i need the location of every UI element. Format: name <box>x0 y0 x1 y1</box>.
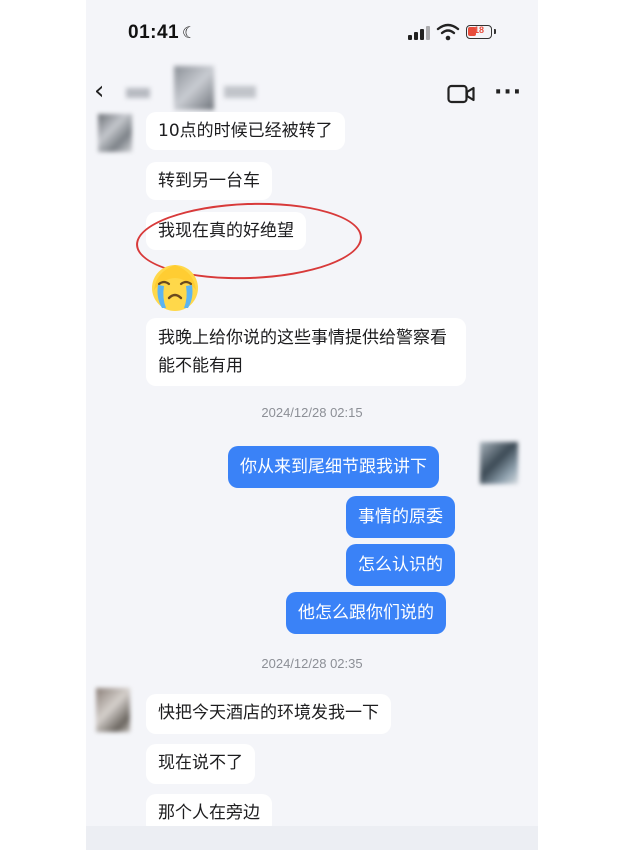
battery-icon: 18 <box>466 25 496 39</box>
moon-icon: ☾ <box>182 23 197 42</box>
video-call-icon[interactable] <box>447 84 475 104</box>
battery-level: 18 <box>473 25 484 35</box>
wifi-icon <box>436 23 460 41</box>
chat-screen: 01:41 ☾ 18 ‹ ··· 10点的时候已经被转了 转到另一台车 我现在真… <box>86 0 538 850</box>
message-bubble-outgoing[interactable]: 你从来到尾细节跟我讲下 <box>228 446 439 488</box>
message-bubble-incoming[interactable]: 快把今天酒店的环境发我一下 <box>146 694 391 734</box>
sender-avatar[interactable] <box>96 688 130 732</box>
timestamp: 2024/12/28 02:35 <box>261 656 363 671</box>
crying-face-emoji-icon[interactable] <box>146 260 204 312</box>
message-bubble-incoming[interactable]: 我晚上给你说的这些事情提供给警察看能不能有用 <box>146 318 466 386</box>
message-bubble-outgoing[interactable]: 怎么认识的 <box>346 544 455 586</box>
back-chevron-icon[interactable]: ‹ <box>94 76 104 106</box>
contact-name-blurred <box>224 86 256 98</box>
message-bubble-outgoing[interactable]: 他怎么跟你们说的 <box>286 592 446 634</box>
message-bubble-incoming[interactable]: 10点的时候已经被转了 <box>146 112 345 150</box>
status-bar: 01:41 ☾ 18 <box>86 0 538 64</box>
contact-name-blurred <box>126 88 150 98</box>
sender-avatar[interactable] <box>98 114 132 152</box>
contact-avatar-blurred[interactable] <box>174 66 214 110</box>
status-time: 01:41 <box>128 22 180 43</box>
more-options-icon[interactable]: ··· <box>494 80 522 105</box>
message-bubble-incoming[interactable]: 转到另一台车 <box>146 162 272 200</box>
message-bubble-incoming[interactable]: 现在说不了 <box>146 744 255 784</box>
signal-icon <box>408 26 430 40</box>
bottom-toolbar-partial <box>86 826 538 850</box>
my-avatar[interactable] <box>480 442 518 484</box>
message-bubble-outgoing[interactable]: 事情的原委 <box>346 496 455 538</box>
timestamp: 2024/12/28 02:15 <box>261 405 363 420</box>
